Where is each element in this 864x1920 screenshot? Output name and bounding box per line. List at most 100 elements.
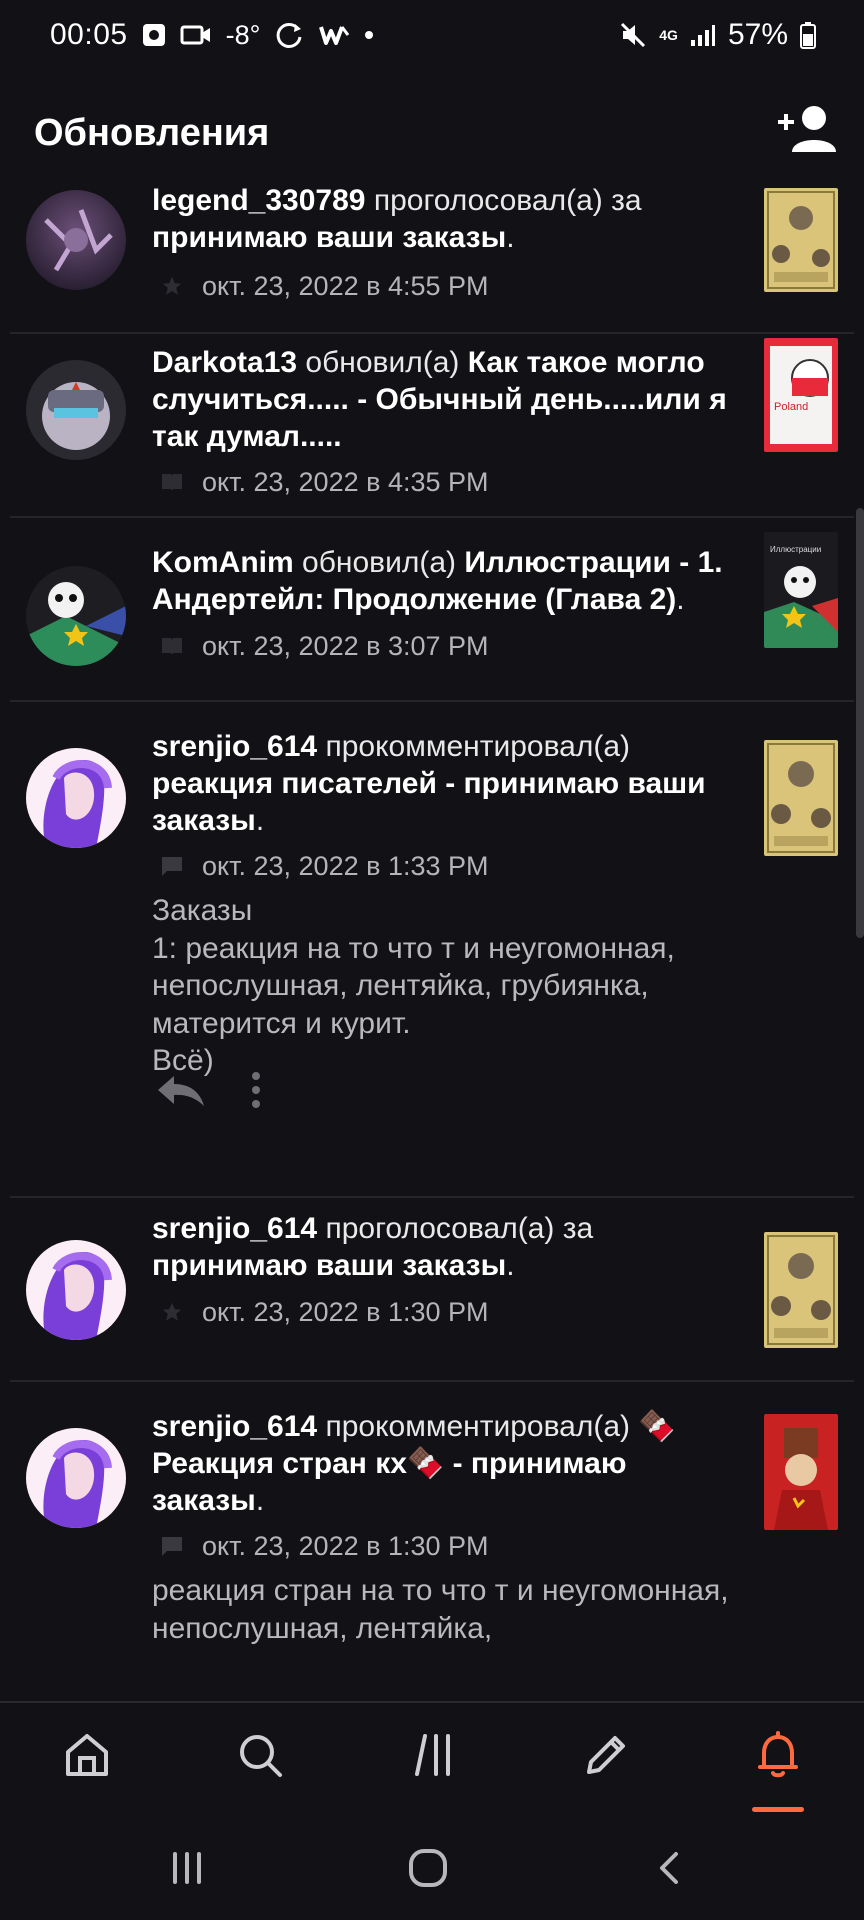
- notification-app-icon: [142, 22, 166, 48]
- wattpad-icon: [318, 23, 350, 47]
- item-story-title[interactable]: принимаю ваши заказы: [152, 221, 506, 254]
- nav-write-button[interactable]: [572, 1721, 640, 1789]
- updates-feed[interactable]: legend_330789 проголосовал(а) за принима…: [0, 176, 864, 1701]
- bottom-nav: [0, 1701, 864, 1812]
- story-cover[interactable]: Poland: [764, 338, 838, 452]
- feed-scrollbar[interactable]: [856, 508, 864, 938]
- recent-apps-button[interactable]: [157, 1838, 217, 1898]
- item-username[interactable]: srenjio_614: [152, 730, 317, 763]
- cover-label: Иллюстрации: [770, 545, 821, 554]
- battery-icon: [800, 21, 816, 49]
- item-text-end: .: [255, 804, 265, 837]
- notifications-icon: [758, 1731, 798, 1778]
- item-action: обновил(а): [302, 546, 456, 579]
- status-bar: 00:05 -8° 4G 57%: [0, 0, 864, 76]
- avatar[interactable]: [26, 748, 126, 848]
- story-cover[interactable]: [764, 1232, 838, 1348]
- status-temperature: -8°: [225, 19, 261, 50]
- write-icon: [587, 1736, 625, 1774]
- more-vertical-icon: [252, 1072, 260, 1108]
- avatar[interactable]: [26, 1428, 126, 1528]
- nav-notifications-button[interactable]: [744, 1721, 812, 1789]
- more-options-button[interactable]: [250, 1070, 262, 1115]
- star-icon: [160, 274, 184, 298]
- comment-icon: [160, 1534, 184, 1558]
- header: Обновления: [0, 96, 864, 176]
- star-icon: [160, 1300, 184, 1324]
- item-text-end: .: [506, 221, 515, 254]
- item-meta: окт. 23, 2022 в 4:55 PM: [160, 268, 489, 304]
- feed-item[interactable]: legend_330789 проголосовал(а) за принима…: [0, 176, 864, 334]
- item-text: srenjio_614 прокомментировал(а) реакция …: [152, 728, 742, 839]
- avatar[interactable]: [26, 1240, 126, 1340]
- comment-actions: [156, 1070, 262, 1115]
- item-timestamp: окт. 23, 2022 в 1:30 PM: [202, 1530, 489, 1561]
- item-text-end: .: [506, 1249, 515, 1282]
- item-timestamp: окт. 23, 2022 в 4:55 PM: [202, 270, 489, 301]
- feed-item[interactable]: Darkota13 обновил(а) Как такое могло слу…: [0, 334, 864, 518]
- signal-icon: [690, 23, 716, 47]
- nav-home-button[interactable]: [53, 1721, 121, 1789]
- add-user-button[interactable]: [776, 102, 838, 158]
- battery-percent: 57%: [727, 18, 788, 51]
- active-tab-indicator: [752, 1807, 804, 1812]
- story-cover[interactable]: [764, 188, 838, 292]
- item-story-title[interactable]: принимаю ваши заказы: [152, 1249, 506, 1282]
- add-user-icon: [778, 106, 836, 152]
- item-action: проголосовал(а) за: [325, 1212, 594, 1245]
- nav-search-button[interactable]: [226, 1721, 294, 1789]
- story-cover[interactable]: [764, 1414, 838, 1530]
- story-cover[interactable]: Иллюстрации: [764, 532, 838, 648]
- feed-item[interactable]: srenjio_614 прокомментировал(а) 🍫Реакция…: [0, 1382, 864, 1701]
- item-text-end: .: [676, 583, 685, 616]
- item-story-title[interactable]: реакция писателей - принимаю ваши заказы: [152, 767, 706, 837]
- story-cover[interactable]: [764, 740, 838, 856]
- home-icon: [66, 1734, 108, 1776]
- feed-item[interactable]: srenjio_614 проголосовал(а) за принимаю …: [0, 1198, 864, 1382]
- item-text: srenjio_614 прокомментировал(а) 🍫Реакция…: [152, 1408, 742, 1519]
- item-text: Darkota13 обновил(а) Как такое могло слу…: [152, 344, 742, 455]
- item-action: обновил(а): [305, 346, 460, 379]
- avatar[interactable]: [26, 566, 126, 666]
- back-button[interactable]: [640, 1838, 700, 1898]
- item-username[interactable]: srenjio_614: [152, 1212, 317, 1245]
- back-chevron-icon: [660, 1852, 678, 1884]
- book-icon: [160, 634, 184, 658]
- avatar[interactable]: [26, 360, 126, 460]
- comment-text: реакция стран на то что т и неугомонная,…: [152, 1574, 729, 1645]
- item-username[interactable]: legend_330789: [152, 184, 365, 217]
- item-username[interactable]: Darkota13: [152, 346, 297, 379]
- item-text: KomAnim обновил(а) Иллюстрации - 1. Анде…: [152, 544, 742, 618]
- status-time: 00:05: [50, 18, 128, 51]
- feed-item[interactable]: KomAnim обновил(а) Иллюстрации - 1. Анде…: [0, 518, 864, 702]
- item-meta: окт. 23, 2022 в 4:35 PM: [160, 464, 489, 500]
- reply-icon: [158, 1076, 204, 1106]
- item-timestamp: окт. 23, 2022 в 1:33 PM: [202, 850, 489, 881]
- item-action: прокомментировал(а): [325, 1410, 631, 1443]
- nav-library-button[interactable]: [400, 1721, 468, 1789]
- item-timestamp: окт. 23, 2022 в 4:35 PM: [202, 466, 489, 497]
- item-timestamp: окт. 23, 2022 в 3:07 PM: [202, 630, 489, 661]
- reply-button[interactable]: [156, 1072, 206, 1113]
- item-username[interactable]: srenjio_614: [152, 1410, 317, 1443]
- item-text-end: .: [255, 1484, 265, 1517]
- system-nav-bar: [0, 1816, 864, 1920]
- avatar[interactable]: [26, 190, 126, 290]
- item-username[interactable]: KomAnim: [152, 546, 294, 579]
- search-icon: [240, 1735, 282, 1777]
- item-meta: окт. 23, 2022 в 3:07 PM: [160, 628, 489, 664]
- comment-icon: [160, 854, 184, 878]
- home-circle-icon: [409, 1849, 447, 1887]
- feed-item[interactable]: srenjio_614 прокомментировал(а) реакция …: [0, 702, 864, 1198]
- home-system-button[interactable]: [398, 1838, 458, 1898]
- item-meta: окт. 23, 2022 в 1:30 PM: [160, 1528, 489, 1564]
- item-action: прокомментировал(а): [325, 730, 631, 763]
- item-text: legend_330789 проголосовал(а) за принима…: [152, 182, 742, 256]
- network-type: 4G: [659, 27, 678, 43]
- status-right: 4G 57%: [619, 18, 816, 52]
- item-text: srenjio_614 проголосовал(а) за принимаю …: [152, 1210, 742, 1284]
- library-icon: [415, 1734, 450, 1776]
- item-meta: окт. 23, 2022 в 1:30 PM: [160, 1294, 489, 1330]
- cover-label: Poland: [774, 401, 808, 413]
- video-camera-icon: [180, 23, 212, 47]
